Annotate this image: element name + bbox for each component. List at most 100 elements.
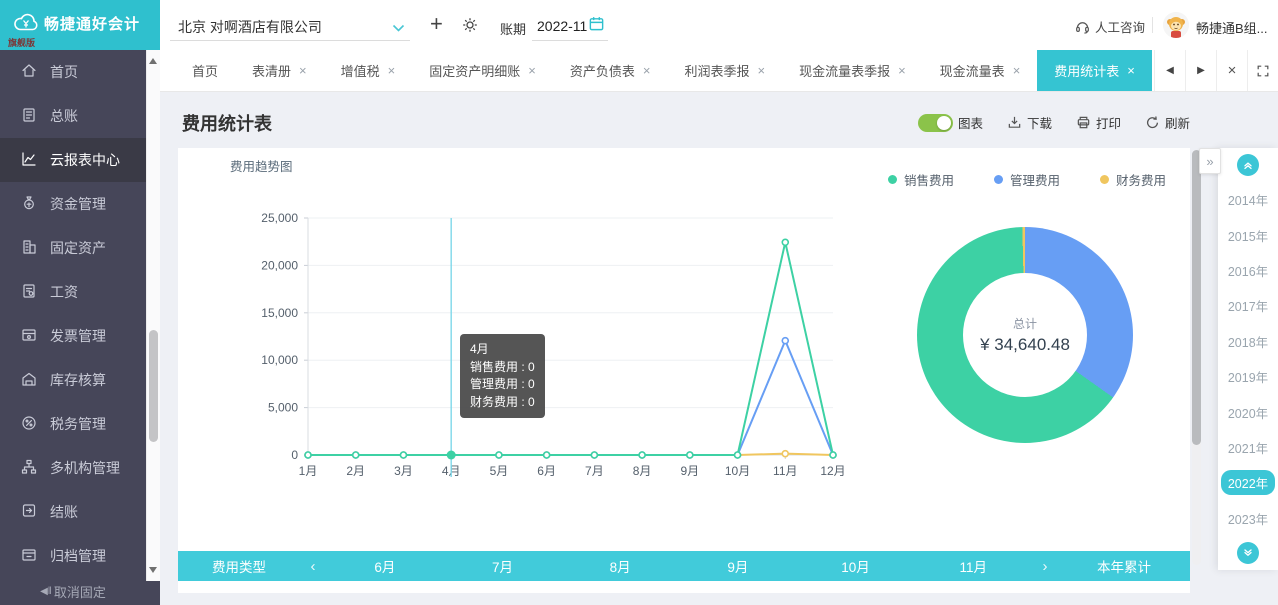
chevron-down-icon[interactable] <box>392 20 405 38</box>
year-item-2014[interactable]: 2014年 <box>1218 182 1278 217</box>
sidebar-item-closing[interactable]: 结账 <box>0 490 160 534</box>
expense-donut-chart[interactable]: 总计 ¥ 34,640.48 <box>917 227 1133 443</box>
sidebar-scrollbar-thumb[interactable] <box>149 330 158 442</box>
year-item-2018[interactable]: 2018年 <box>1218 324 1278 359</box>
data-point[interactable] <box>639 452 645 458</box>
data-point[interactable] <box>782 239 788 245</box>
series-line-1[interactable] <box>308 341 833 455</box>
legend-item-2[interactable]: 财务费用 <box>1100 170 1166 189</box>
sidebar-item-payroll[interactable]: 工资 <box>0 270 160 314</box>
tab-close-icon[interactable]: × <box>1013 63 1021 78</box>
data-point[interactable] <box>735 452 741 458</box>
company-selector[interactable]: 北京 对啊酒店有限公司 <box>178 17 322 37</box>
sidebar-item-tax[interactable]: 税务管理 <box>0 402 160 446</box>
sidebar-item-invoice[interactable]: 发票管理 <box>0 314 160 358</box>
legend-item-0[interactable]: 销售费用 <box>888 170 954 189</box>
trend-line-chart[interactable]: 05,00010,00015,00020,00025,0001月2月3月4月5月… <box>238 203 878 503</box>
tab-fixed-asset-detail[interactable]: 固定资产明细账× <box>412 50 553 91</box>
sidebar-item-fixed-assets[interactable]: 固定资产 <box>0 226 160 270</box>
tab-vat[interactable]: 增值税× <box>324 50 413 91</box>
sidebar-item-home[interactable]: 首页 <box>0 50 160 94</box>
fullscreen-button[interactable] <box>1247 50 1278 91</box>
tab-home[interactable]: 首页 <box>175 50 235 91</box>
period-value[interactable]: 2022-11 <box>537 18 587 34</box>
column-header-month[interactable]: 9月 <box>679 556 797 576</box>
tab-close-icon[interactable]: × <box>1127 63 1135 78</box>
next-month-arrow[interactable]: › <box>1032 558 1058 575</box>
sidebar-scrollbar[interactable] <box>146 50 160 581</box>
tab-scroll-left-button[interactable]: ◀ <box>1154 50 1185 91</box>
user-name[interactable]: 畅捷通B组... <box>1196 18 1268 37</box>
tab-close-icon[interactable]: × <box>643 63 651 78</box>
data-point[interactable] <box>830 452 836 458</box>
year-item-2023[interactable]: 2023年 <box>1218 501 1278 536</box>
sidebar-item-inventory[interactable]: 库存核算 <box>0 358 160 402</box>
year-panel-collapse-handle[interactable]: » <box>1199 148 1221 174</box>
data-point[interactable] <box>687 452 693 458</box>
tab-close-icon[interactable]: × <box>388 63 396 78</box>
chart-toggle[interactable]: 图表 <box>918 113 983 132</box>
year-item-2017[interactable]: 2017年 <box>1218 288 1278 323</box>
year-item-2020[interactable]: 2020年 <box>1218 394 1278 429</box>
column-header-month[interactable]: 6月 <box>326 556 444 576</box>
year-scroll-up-button[interactable] <box>1237 154 1259 176</box>
add-account-button[interactable]: + <box>430 11 443 37</box>
series-line-0[interactable] <box>308 242 833 455</box>
data-point[interactable] <box>496 452 502 458</box>
column-header-month[interactable]: 7月 <box>444 556 562 576</box>
sidebar-item-funds[interactable]: 资金管理 <box>0 182 160 226</box>
toggle-switch[interactable] <box>918 114 953 132</box>
data-point[interactable] <box>782 338 788 344</box>
sidebar-item-multi-org[interactable]: 多机构管理 <box>0 446 160 490</box>
prev-month-arrow[interactable]: ‹ <box>300 558 326 575</box>
column-header-month[interactable]: 10月 <box>797 556 915 576</box>
close-icon: × <box>1228 62 1237 79</box>
year-item-2019[interactable]: 2019年 <box>1218 359 1278 394</box>
tab-balance-sheet[interactable]: 资产负债表× <box>553 50 668 91</box>
support-link[interactable]: 人工咨询 <box>1075 17 1145 36</box>
column-header-ytd[interactable]: 本年累计 <box>1058 556 1190 576</box>
data-point[interactable] <box>544 452 550 458</box>
avatar[interactable] <box>1163 12 1189 38</box>
tab-cashflow[interactable]: 现金流量表× <box>923 50 1038 91</box>
year-item-2015[interactable]: 2015年 <box>1218 217 1278 252</box>
year-scroll-down-button[interactable] <box>1237 542 1259 564</box>
year-item-2016[interactable]: 2016年 <box>1218 253 1278 288</box>
print-button[interactable]: 打印 <box>1076 113 1121 132</box>
data-point[interactable] <box>400 452 406 458</box>
unpin-sidebar-button[interactable]: ◀‖ 取消固定 <box>0 577 146 605</box>
download-button[interactable]: 下载 <box>1007 113 1052 132</box>
content-scrollbar[interactable] <box>1192 150 1201 565</box>
column-header-month[interactable]: 11月 <box>914 556 1032 576</box>
refresh-button[interactable]: 刷新 <box>1145 113 1190 132</box>
year-item-2022[interactable]: 2022年 <box>1218 465 1278 500</box>
tab-expense-stats[interactable]: 费用统计表× <box>1037 50 1152 91</box>
tab-report-list[interactable]: 表清册× <box>235 50 324 91</box>
year-item-2021[interactable]: 2021年 <box>1218 430 1278 465</box>
legend-item-1[interactable]: 管理费用 <box>994 170 1060 189</box>
sidebar-item-cloud-reports[interactable]: 云报表中心 <box>0 138 160 182</box>
tab-close-icon[interactable]: × <box>898 63 906 78</box>
column-header-month[interactable]: 8月 <box>561 556 679 576</box>
scroll-up-arrow-icon[interactable] <box>149 58 157 64</box>
sidebar-item-archive[interactable]: 归档管理 <box>0 534 160 578</box>
calendar-icon[interactable] <box>588 15 605 37</box>
gear-icon[interactable] <box>461 16 479 39</box>
tab-close-icon[interactable]: × <box>299 63 307 78</box>
tab-scroll-right-button[interactable]: ▶ <box>1185 50 1216 91</box>
highlighted-data-point[interactable] <box>447 451 456 460</box>
tab-close-icon[interactable]: × <box>528 63 536 78</box>
tab-cashflow-quarterly[interactable]: 现金流量表季报× <box>782 50 923 91</box>
data-point[interactable] <box>782 451 788 457</box>
sidebar-item-general-ledger[interactable]: 总账 <box>0 94 160 138</box>
tab-close-icon[interactable]: × <box>757 63 765 78</box>
cloud-reports-icon <box>20 150 50 171</box>
data-point[interactable] <box>353 452 359 458</box>
tab-income-quarterly[interactable]: 利润表季报× <box>667 50 782 91</box>
legend-label: 财务费用 <box>1116 170 1166 189</box>
data-point[interactable] <box>591 452 597 458</box>
close-all-tabs-button[interactable]: × <box>1216 50 1247 91</box>
data-point[interactable] <box>305 452 311 458</box>
content-scrollbar-thumb[interactable] <box>1192 150 1201 445</box>
scroll-down-arrow-icon[interactable] <box>149 567 157 573</box>
